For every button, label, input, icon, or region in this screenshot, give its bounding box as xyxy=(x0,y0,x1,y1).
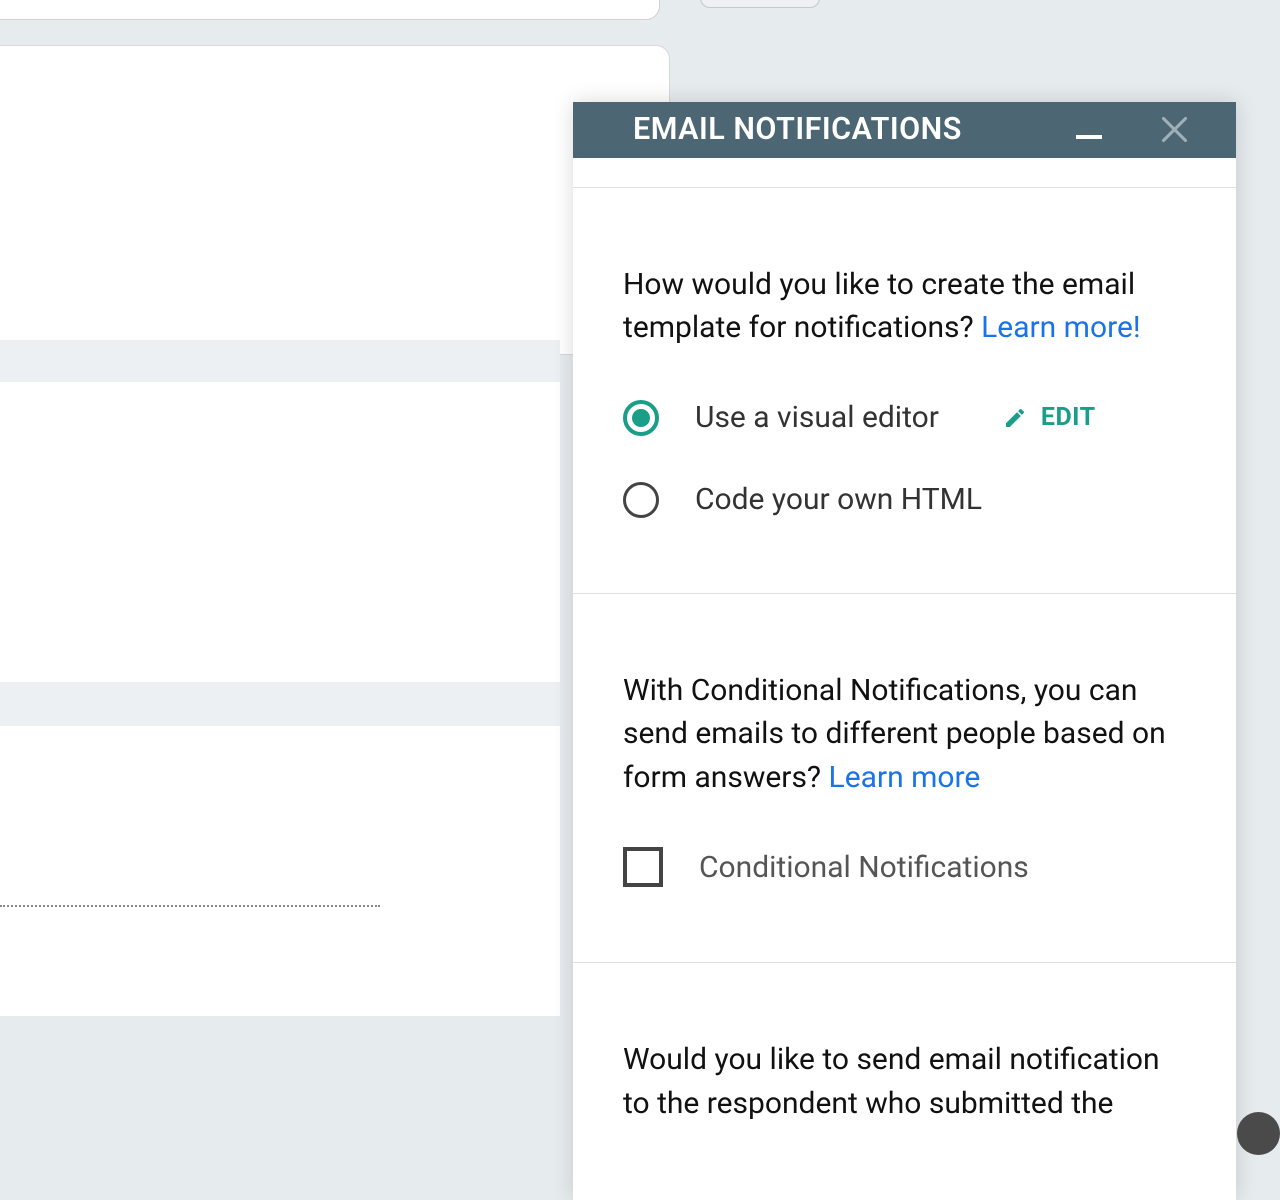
background-divider xyxy=(0,340,560,382)
panel-header: EMAIL NOTIFICATIONS xyxy=(573,102,1236,158)
template-radio-group: Use a visual editor EDIT Code your own H… xyxy=(623,400,1186,518)
radio-code-html[interactable] xyxy=(623,482,659,518)
panel-spacer xyxy=(573,158,1236,187)
respondent-section: Would you like to send email notificatio… xyxy=(573,962,1236,1200)
radio-inner-dot xyxy=(632,409,650,427)
panel-title: EMAIL NOTIFICATIONS xyxy=(633,112,962,147)
radio-label-visual-editor: Use a visual editor xyxy=(695,400,939,435)
background-card xyxy=(0,0,660,20)
template-prompt: How would you like to create the email t… xyxy=(623,263,1186,350)
background-card xyxy=(0,726,560,1016)
conditional-checkbox-row[interactable]: Conditional Notifications xyxy=(623,847,1186,887)
conditional-checkbox-label: Conditional Notifications xyxy=(699,850,1029,885)
respondent-prompt-text: Would you like to send email notificatio… xyxy=(623,1042,1160,1121)
conditional-prompt: With Conditional Notifications, you can … xyxy=(623,669,1186,800)
conditional-checkbox[interactable] xyxy=(623,847,663,887)
radio-label-code-html: Code your own HTML xyxy=(695,482,982,517)
respondent-prompt: Would you like to send email notificatio… xyxy=(623,1038,1186,1125)
edit-template-link[interactable]: EDIT xyxy=(1003,403,1096,432)
background-card xyxy=(0,45,670,355)
conditional-learn-more-link[interactable]: Learn more xyxy=(829,760,981,795)
dotted-divider xyxy=(0,905,380,907)
scroll-indicator[interactable] xyxy=(1237,1112,1280,1155)
radio-row-visual-editor[interactable]: Use a visual editor EDIT xyxy=(623,400,1186,436)
close-icon[interactable] xyxy=(1158,113,1191,146)
pencil-icon xyxy=(1003,406,1027,430)
conditional-section: With Conditional Notifications, you can … xyxy=(573,593,1236,963)
background-chip xyxy=(700,0,820,8)
radio-row-code-html[interactable]: Code your own HTML xyxy=(623,482,1186,518)
background-divider xyxy=(0,682,560,726)
edit-label: EDIT xyxy=(1041,403,1096,432)
background-card xyxy=(0,382,560,682)
email-notifications-panel: EMAIL NOTIFICATIONS How would you like t… xyxy=(573,102,1236,1200)
minimize-icon[interactable] xyxy=(1076,135,1102,139)
template-section: How would you like to create the email t… xyxy=(573,187,1236,593)
header-actions xyxy=(1076,113,1191,146)
template-learn-more-link[interactable]: Learn more! xyxy=(981,310,1141,345)
radio-visual-editor[interactable] xyxy=(623,400,659,436)
